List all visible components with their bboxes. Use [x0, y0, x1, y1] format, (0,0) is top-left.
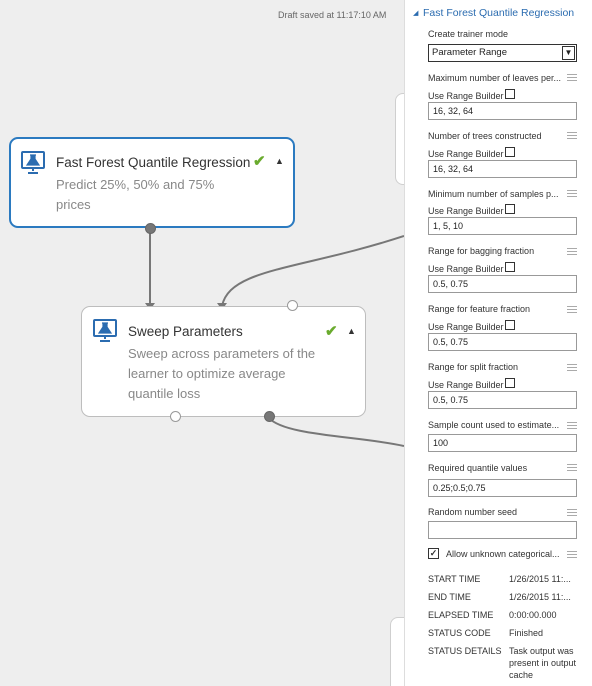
collapse-caret-icon[interactable]: ▲: [347, 326, 356, 336]
start-time-value: 1/26/2015 11:...: [509, 574, 571, 584]
param-input[interactable]: 0.5, 0.75: [428, 391, 577, 409]
elapsed-time-label: ELAPSED TIME: [428, 610, 494, 620]
drag-handle-icon[interactable]: [567, 248, 577, 255]
module-description: Sweep across parameters of the learner t…: [128, 346, 316, 401]
end-time-value: 1/26/2015 11:...: [509, 592, 571, 602]
module-description: Predict 25%, 50% and 75% prices: [56, 177, 215, 212]
drag-handle-icon[interactable]: [567, 132, 577, 139]
output-port[interactable]: [264, 411, 275, 422]
flask-monitor-icon: [21, 151, 45, 174]
sample-count-input[interactable]: 100: [428, 434, 577, 452]
drag-handle-icon[interactable]: [567, 422, 577, 429]
seed-label: Random number seed: [428, 507, 518, 517]
param-input[interactable]: 0.5, 0.75: [428, 275, 577, 293]
range-builder-label: Use Range Builder: [428, 149, 504, 159]
range-builder-label: Use Range Builder: [428, 380, 504, 390]
range-builder-label: Use Range Builder: [428, 264, 504, 274]
trainer-mode-select[interactable]: Parameter Range ▼: [428, 44, 577, 62]
start-time-label: START TIME: [428, 574, 481, 584]
collapse-caret-icon[interactable]: ▲: [275, 156, 284, 166]
param-input[interactable]: 0.5, 0.75: [428, 333, 577, 351]
module-fast-forest-quantile-regression[interactable]: Fast Forest Quantile Regression ✔ ▲ Pred…: [9, 137, 295, 228]
param-label: Minimum number of samples p...: [428, 189, 559, 199]
module-title: Fast Forest Quantile Regression: [56, 155, 251, 170]
sample-count-label: Sample count used to estimate...: [428, 420, 560, 430]
param-input[interactable]: 16, 32, 64: [428, 102, 577, 120]
range-builder-label: Use Range Builder: [428, 322, 504, 332]
allow-unknown-checkbox[interactable]: ✓: [428, 548, 439, 559]
range-builder-checkbox[interactable]: [505, 262, 515, 272]
drag-handle-icon[interactable]: [567, 509, 577, 516]
properties-panel: ◢ Fast Forest Quantile Regression Create…: [404, 0, 592, 686]
end-time-label: END TIME: [428, 592, 471, 602]
panel-title: Fast Forest Quantile Regression: [423, 7, 575, 19]
range-builder-checkbox[interactable]: [505, 147, 515, 157]
param-label: Maximum number of leaves per...: [428, 73, 562, 83]
drag-handle-icon[interactable]: [567, 551, 577, 558]
range-builder-checkbox[interactable]: [505, 378, 515, 388]
range-builder-label: Use Range Builder: [428, 206, 504, 216]
status-details-value: Task output was present in output cache: [509, 646, 577, 680]
allow-unknown-label: Allow unknown categorical...: [446, 549, 560, 559]
param-input[interactable]: 1, 5, 10: [428, 217, 577, 235]
param-label: Range for split fraction: [428, 362, 519, 372]
status-code-value: Finished: [509, 628, 544, 638]
quantiles-label: Required quantile values: [428, 463, 528, 473]
status-code-label: STATUS CODE: [428, 628, 491, 638]
trainer-mode-label: Create trainer mode: [428, 29, 509, 39]
range-builder-checkbox[interactable]: [505, 89, 515, 99]
chevron-down-icon[interactable]: ▼: [562, 46, 575, 60]
drag-handle-icon[interactable]: [567, 464, 577, 471]
check-icon: ✔: [253, 153, 266, 170]
seed-input[interactable]: [428, 521, 577, 539]
trainer-mode-value: Parameter Range: [432, 47, 507, 58]
drag-handle-icon[interactable]: [567, 190, 577, 197]
drag-handle-icon[interactable]: [567, 364, 577, 371]
input-port[interactable]: [287, 300, 298, 311]
module-sweep-parameters[interactable]: Sweep Parameters ✔ ▲ Sweep across parame…: [81, 306, 366, 417]
module-title: Sweep Parameters: [128, 324, 243, 339]
collapse-triangle-icon[interactable]: ◢: [413, 9, 418, 17]
range-builder-checkbox[interactable]: [505, 204, 515, 214]
status-details-label: STATUS DETAILS: [428, 646, 502, 656]
param-label: Number of trees constructed: [428, 131, 542, 141]
drag-handle-icon[interactable]: [567, 306, 577, 313]
output-port[interactable]: [170, 411, 181, 422]
quantiles-input[interactable]: 0.25;0.5;0.75: [428, 479, 577, 497]
range-builder-label: Use Range Builder: [428, 91, 504, 101]
check-icon: ✔: [325, 323, 338, 340]
drag-handle-icon[interactable]: [567, 74, 577, 81]
elapsed-time-value: 0:00:00.000: [509, 610, 557, 620]
param-input[interactable]: 16, 32, 64: [428, 160, 577, 178]
param-label: Range for feature fraction: [428, 304, 531, 314]
flask-monitor-icon: [93, 319, 117, 342]
output-port[interactable]: [145, 223, 156, 234]
range-builder-checkbox[interactable]: [505, 320, 515, 330]
param-label: Range for bagging fraction: [428, 246, 535, 256]
experiment-canvas[interactable]: Draft saved at 11:17:10 AM Fast Forest Q…: [0, 0, 404, 686]
